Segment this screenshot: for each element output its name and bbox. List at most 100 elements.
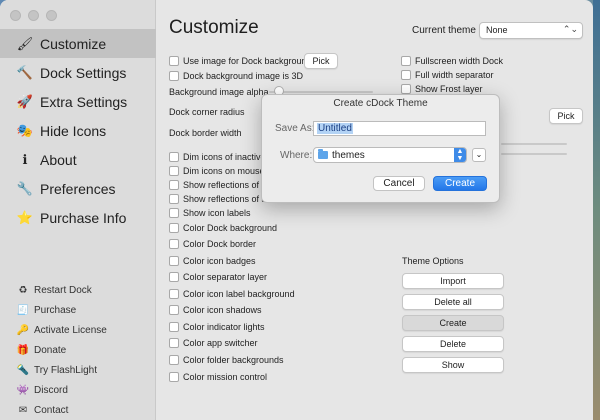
sidebar-item-hide-icons[interactable]: 🎭 Hide Icons (0, 116, 156, 145)
fullscreen-width-option[interactable]: Fullscreen width Dock (401, 56, 503, 66)
option-label: Color separator layer (183, 272, 268, 282)
checkbox[interactable] (169, 305, 179, 315)
sidebar-item-label: Purchase Info (40, 209, 127, 226)
select-stepper-icon: ⌃⌄ (562, 24, 578, 34)
dim-mouseover-option[interactable]: Dim icons on mouse-o (169, 166, 273, 176)
show-icon-labels-option[interactable]: Show icon labels (169, 208, 251, 218)
fullscreen-width-checkbox[interactable] (401, 56, 411, 66)
option-label: Show reflections of ru (183, 180, 270, 190)
expand-browser-button[interactable]: ⌄ (472, 148, 486, 162)
contact-link[interactable]: ✉ Contact (0, 400, 156, 420)
option-label: Color indicator lights (183, 322, 265, 332)
checkbox[interactable] (169, 152, 179, 162)
checkbox[interactable] (169, 239, 179, 249)
select-stepper-icon: ▲ ▼ (454, 148, 466, 162)
color-icon-shadows-option[interactable]: Color icon shadows (169, 305, 262, 315)
option-label: Full width separator (415, 70, 494, 80)
envelope-icon: ✉ (18, 404, 28, 416)
frost-layer-option[interactable]: Show Frost layer (401, 84, 483, 94)
checkbox[interactable] (169, 166, 179, 176)
checkbox[interactable] (169, 322, 179, 332)
checkbox[interactable] (169, 338, 179, 348)
import-theme-button[interactable]: Import (402, 273, 504, 289)
color-label-background-option[interactable]: Color icon label background (169, 289, 295, 299)
donate-link[interactable]: 🎁 Donate (0, 340, 156, 360)
page-title: Customize (169, 17, 259, 38)
reflections-all-option[interactable]: Show reflections of al (169, 194, 269, 204)
dim-inactive-option[interactable]: Dim icons of inactive a (169, 152, 273, 162)
folder-icon (318, 149, 328, 159)
cancel-button[interactable]: Cancel (373, 176, 425, 191)
discord-icon: 👾 (16, 384, 30, 396)
sidebar-item-preferences[interactable]: 🔧 Preferences (0, 174, 156, 203)
current-theme-label: Current theme (412, 25, 476, 36)
color-dock-background-option[interactable]: Color Dock background (169, 223, 277, 233)
brush-icon: 🖌 (16, 35, 34, 51)
purchase-link[interactable]: 🧾 Purchase (0, 300, 156, 320)
option-label: Show Frost layer (415, 84, 483, 94)
zoom-window-button[interactable] (46, 10, 57, 21)
use-image-option[interactable]: Use image for Dock background (169, 56, 312, 66)
border-width-label: Dock border width (169, 128, 242, 138)
action-label: Donate (34, 344, 67, 356)
where-value: themes (332, 149, 365, 161)
option-label: Color folder backgrounds (183, 355, 284, 365)
use-image-checkbox[interactable] (169, 56, 179, 66)
option-label: Use image for Dock background (183, 56, 312, 66)
checkbox[interactable] (169, 180, 179, 190)
current-theme-select[interactable]: None ⌃⌄ (479, 22, 583, 39)
try-flashlight-link[interactable]: 🔦 Try FlashLight (0, 360, 156, 380)
delete-all-themes-button[interactable]: Delete all (402, 294, 504, 310)
bg-3d-checkbox[interactable] (169, 71, 179, 81)
option-label: Show reflections of al (183, 194, 269, 204)
create-button[interactable]: Create (433, 176, 487, 191)
checkbox[interactable] (169, 223, 179, 233)
action-label: Try FlashLight (34, 364, 97, 376)
recycle-icon: ♻ (18, 284, 28, 296)
option-label: Dim icons of inactive a (183, 152, 274, 162)
color-separator-option[interactable]: Color separator layer (169, 272, 267, 282)
minimize-window-button[interactable] (28, 10, 39, 21)
color-app-switcher-option[interactable]: Color app switcher (169, 338, 258, 348)
save-as-input[interactable]: Untitled (313, 121, 486, 136)
sidebar-item-customize[interactable]: 🖌 Customize (0, 29, 156, 58)
color-folder-backgrounds-option[interactable]: Color folder backgrounds (169, 355, 284, 365)
checkbox[interactable] (169, 194, 179, 204)
color-dock-border-option[interactable]: Color Dock border (169, 239, 256, 249)
pick-color-button[interactable]: Pick (549, 108, 583, 124)
checkbox[interactable] (169, 256, 179, 266)
sidebar-item-dock-settings[interactable]: 🔨 Dock Settings (0, 58, 156, 87)
bg-3d-option[interactable]: Dock background image is 3D (169, 71, 303, 81)
checkbox[interactable] (169, 208, 179, 218)
full-separator-checkbox[interactable] (401, 70, 411, 80)
option-label: Color icon label background (183, 289, 295, 299)
checkbox[interactable] (169, 272, 179, 282)
sidebar-item-label: Extra Settings (40, 93, 128, 110)
color-mission-control-option[interactable]: Color mission control (169, 372, 267, 382)
checkbox[interactable] (169, 289, 179, 299)
show-theme-button[interactable]: Show (402, 357, 504, 373)
alpha-slider-track[interactable] (269, 91, 373, 93)
pick-image-button[interactable]: Pick (304, 53, 338, 69)
discord-link[interactable]: 👾 Discord (0, 380, 156, 400)
color-indicator-lights-option[interactable]: Color indicator lights (169, 322, 265, 332)
full-separator-option[interactable]: Full width separator (401, 70, 494, 80)
right-slider-track-1[interactable] (501, 143, 567, 145)
reflections-running-option[interactable]: Show reflections of ru (169, 180, 270, 190)
where-select[interactable]: themes ▲ ▼ (313, 147, 467, 163)
sidebar: 🖌 Customize 🔨 Dock Settings 🚀 Extra Sett… (0, 0, 156, 420)
delete-theme-button[interactable]: Delete (402, 336, 504, 352)
sidebar-item-about[interactable]: ℹ About (0, 145, 156, 174)
frost-layer-checkbox[interactable] (401, 84, 411, 94)
restart-dock-link[interactable]: ♻ Restart Dock (0, 280, 156, 300)
sidebar-item-extra-settings[interactable]: 🚀 Extra Settings (0, 87, 156, 116)
right-slider-track-2[interactable] (501, 153, 567, 155)
color-icon-badges-option[interactable]: Color icon badges (169, 256, 256, 266)
activate-license-link[interactable]: 🔑 Activate License (0, 320, 156, 340)
sidebar-item-purchase-info[interactable]: ⭐ Purchase Info (0, 203, 156, 232)
checkbox[interactable] (169, 372, 179, 382)
close-window-button[interactable] (10, 10, 21, 21)
create-theme-button[interactable]: Create (402, 315, 504, 331)
checkbox[interactable] (169, 355, 179, 365)
option-label: Color mission control (183, 372, 268, 382)
